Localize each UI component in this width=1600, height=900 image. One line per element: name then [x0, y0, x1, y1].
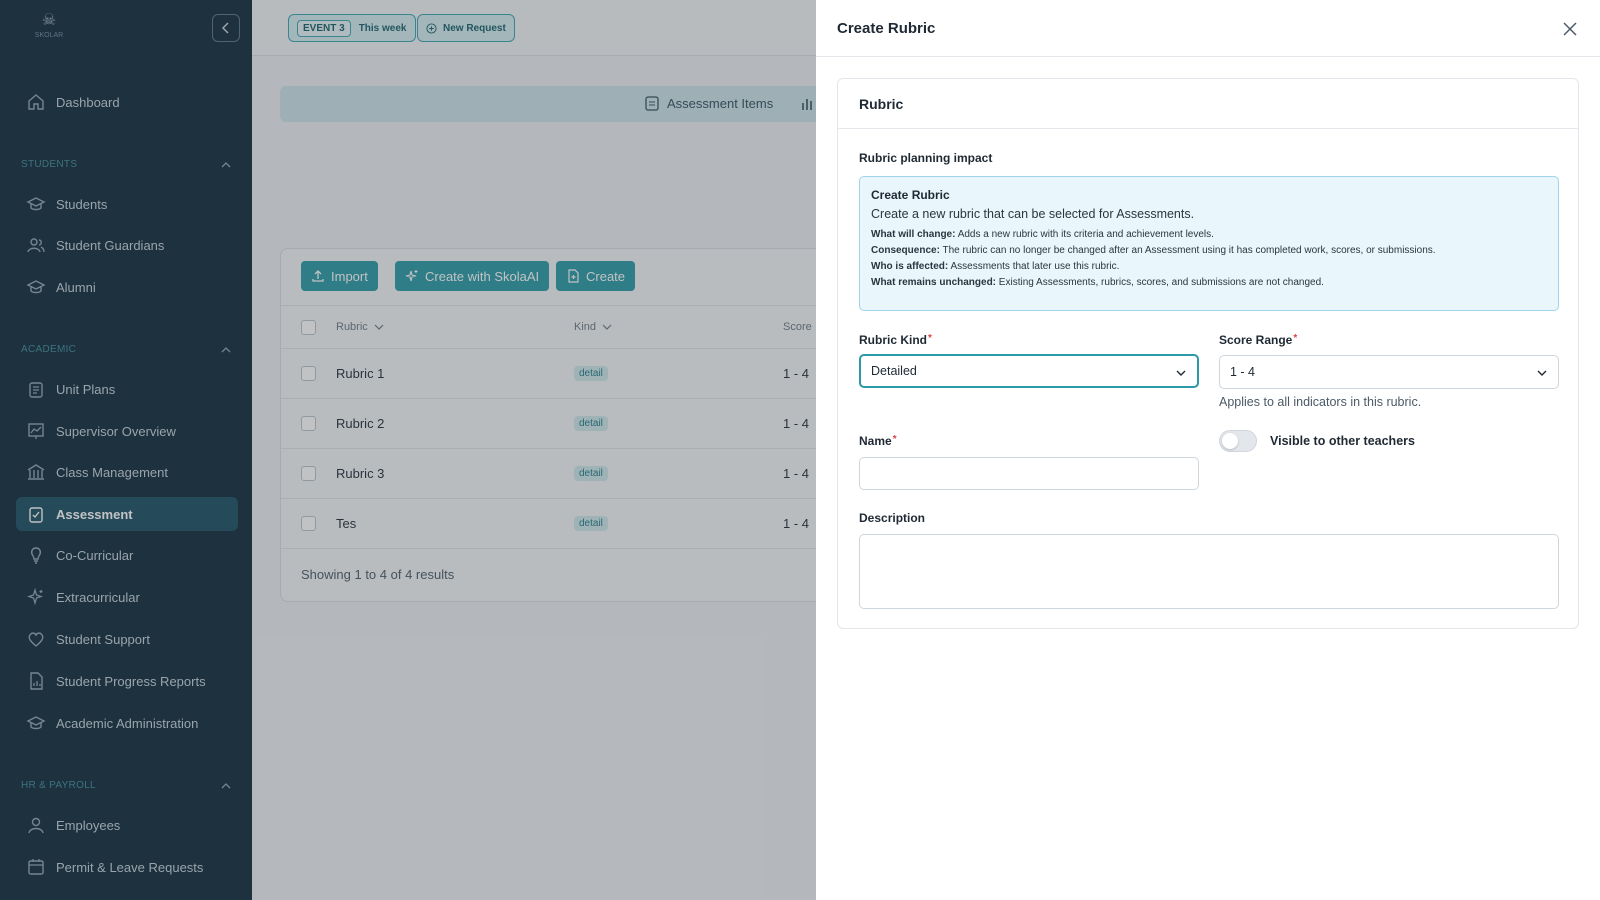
chevron-down-icon: [1176, 370, 1186, 376]
impact-line-unchanged: What remains unchanged: Existing Assessm…: [871, 277, 1324, 288]
required-marker: *: [928, 333, 932, 344]
description-textarea[interactable]: [859, 534, 1559, 609]
visibility-label: Visible to other teachers: [1270, 434, 1415, 448]
name-label: Name*: [859, 434, 897, 448]
required-marker: *: [892, 434, 897, 445]
description-label: Description: [859, 511, 926, 525]
rubric-form-card: Rubric Rubric planning impact Create Rub…: [837, 78, 1579, 629]
visibility-toggle[interactable]: [1219, 430, 1257, 452]
score-range-hint: Applies to all indicators in this rubric…: [1219, 395, 1422, 409]
name-input[interactable]: [859, 457, 1199, 490]
drawer-header: Create Rubric: [816, 0, 1600, 57]
rubric-kind-label: Rubric Kind*: [859, 333, 932, 347]
score-range-label: Score Range*: [1219, 333, 1298, 347]
create-rubric-drawer: Create Rubric Rubric Rubric planning imp…: [816, 0, 1600, 900]
chevron-down-icon: [1537, 370, 1547, 376]
form-card-title: Rubric: [838, 79, 1578, 129]
impact-label: Rubric planning impact: [859, 151, 993, 165]
close-button[interactable]: [1560, 19, 1580, 39]
impact-info-box: Create Rubric Create a new rubric that c…: [859, 176, 1559, 311]
impact-line-change: What will change: Adds a new rubric with…: [871, 229, 1214, 240]
rubric-kind-select[interactable]: Detailed: [859, 354, 1199, 388]
impact-line-affected: Who is affected: Assessments that later …: [871, 261, 1120, 272]
drawer-title: Create Rubric: [837, 20, 936, 37]
impact-line-consequence: Consequence: The rubric can no longer be…: [871, 245, 1436, 256]
impact-title: Create Rubric: [871, 188, 950, 202]
impact-description: Create a new rubric that can be selected…: [871, 207, 1195, 221]
modal-backdrop[interactable]: [0, 0, 816, 900]
close-icon: [1563, 22, 1577, 36]
toggle-knob: [1222, 433, 1238, 449]
score-range-select[interactable]: 1 - 4: [1219, 355, 1559, 389]
required-marker: *: [1293, 333, 1298, 344]
